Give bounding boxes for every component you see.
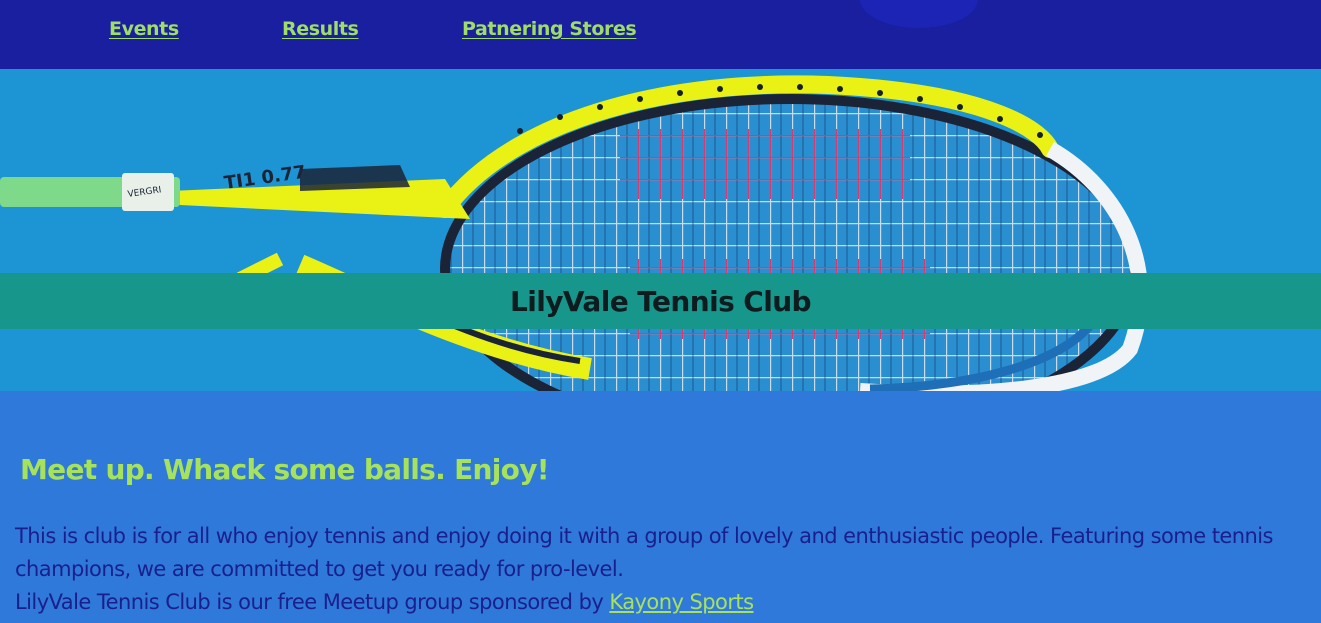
hero-banner: TI1 0.77 VERGRI LilyVale Tennis Club [0,69,1321,391]
nav-link-results[interactable]: Results [282,18,359,40]
tennis-racket-image: TI1 0.77 VERGRI [0,69,1321,391]
sponsor-text: LilyVale Tennis Club is our free Meetup … [15,590,610,614]
sponsor-sentence: LilyVale Tennis Club is our free Meetup … [15,586,1319,619]
nav-decoration [860,0,978,28]
top-navigation: Events Results Patnering Stores [0,0,1321,69]
nav-link-events[interactable]: Events [109,18,179,40]
sponsor-link[interactable]: Kayony Sports [609,590,754,614]
intro-paragraph: This is club is for all who enjoy tennis… [15,524,1274,581]
intro-text: This is club is for all who enjoy tennis… [15,520,1319,619]
nav-link-partnering-stores[interactable]: Patnering Stores [462,18,637,40]
site-title: LilyVale Tennis Club [509,284,812,318]
tagline-heading: Meet up. Whack some balls. Enjoy! [20,453,550,486]
hero-title-band: LilyVale Tennis Club [0,273,1321,329]
